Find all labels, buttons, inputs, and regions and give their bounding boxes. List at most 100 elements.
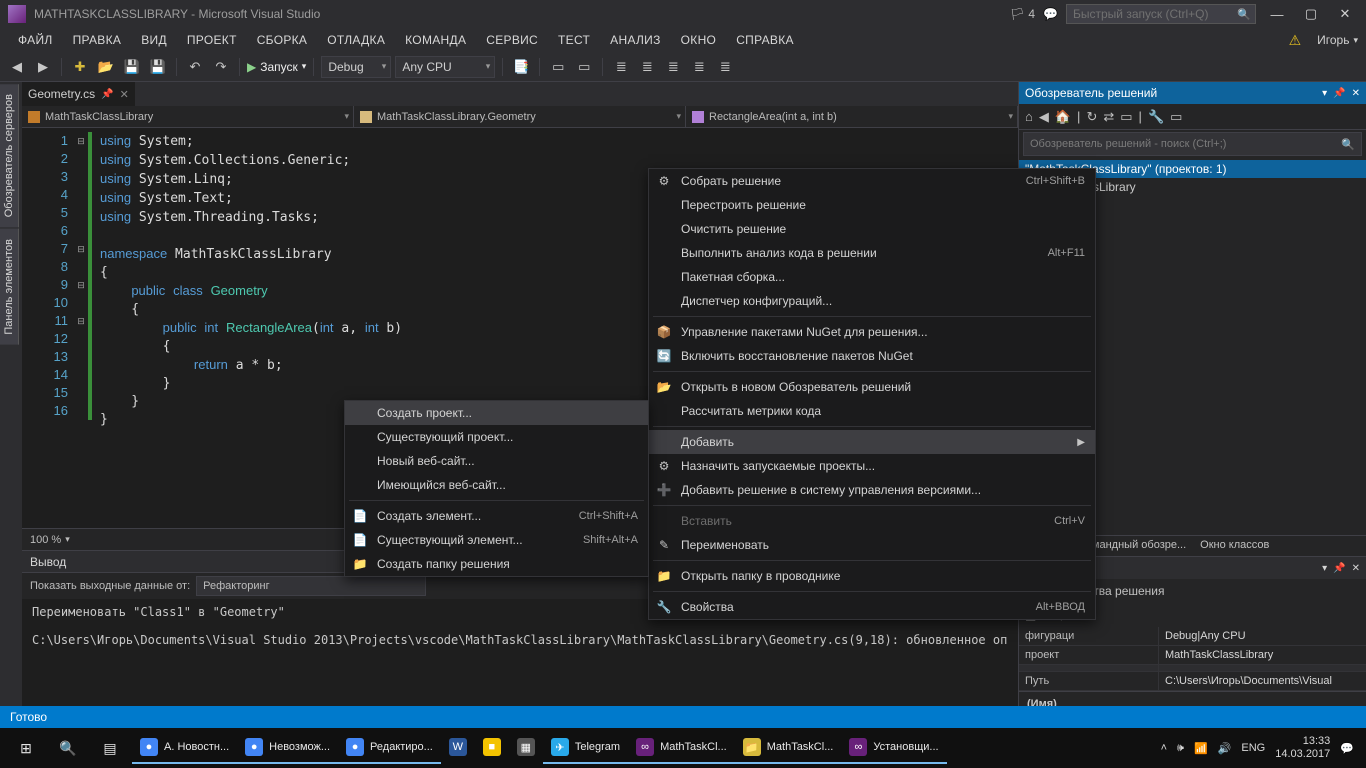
nav-back-icon[interactable]: ◀: [6, 56, 28, 78]
property-grid[interactable]: фигурациDebug|Any CPUпроектMathTaskClass…: [1019, 627, 1366, 691]
start-button[interactable]: ⊞: [6, 732, 46, 764]
wifi-icon[interactable]: 📶: [1194, 742, 1208, 755]
output-source-select[interactable]: Рефакторинг: [196, 576, 426, 596]
context-menu-item[interactable]: ✎Переименовать: [649, 533, 1095, 557]
nav-project[interactable]: MathTaskClassLibrary: [22, 106, 354, 127]
context-menu-item[interactable]: ➕Добавить решение в систему управления в…: [649, 478, 1095, 502]
minimize-button[interactable]: —: [1264, 4, 1290, 24]
panel-close-icon[interactable]: ✕: [1352, 563, 1360, 574]
search-button[interactable]: 🔍: [48, 732, 88, 764]
context-menu-item[interactable]: 📄Создать элемент...Ctrl+Shift+A: [345, 504, 648, 528]
menu-item[interactable]: Отладка: [317, 30, 395, 50]
context-menu-item[interactable]: 📁Открыть папку в проводнике: [649, 564, 1095, 588]
tool-icon[interactable]: ▭: [547, 56, 569, 78]
quick-launch-input[interactable]: Быстрый запуск (Ctrl+Q) 🔍: [1066, 4, 1256, 24]
context-menu-item[interactable]: Рассчитать метрики кода: [649, 399, 1095, 423]
taskbar-app[interactable]: ▦: [509, 732, 543, 764]
menu-item[interactable]: Справка: [726, 30, 804, 50]
tool-icon[interactable]: ≣: [662, 56, 684, 78]
context-menu-item[interactable]: Выполнить анализ кода в решенииAlt+F11: [649, 241, 1095, 265]
taskbar-app[interactable]: W: [441, 732, 475, 764]
context-menu-item[interactable]: Добавить▶: [649, 430, 1095, 454]
context-menu-item[interactable]: Новый веб-сайт...: [345, 449, 648, 473]
clock[interactable]: 13:3314.03.2017: [1275, 735, 1330, 761]
panel-menu-icon[interactable]: ▾: [1322, 563, 1327, 574]
maximize-button[interactable]: ▢: [1298, 4, 1324, 24]
notification-flag-icon[interactable]: 🏳 4: [1010, 7, 1035, 21]
pin-icon[interactable]: 📌: [101, 89, 113, 100]
home-icon[interactable]: ⌂: [1025, 109, 1033, 124]
taskbar-app[interactable]: ∞Установщи...: [841, 732, 946, 764]
network-icon[interactable]: 🕪: [1177, 742, 1184, 755]
redo-icon[interactable]: ↷: [210, 56, 232, 78]
tool-icon[interactable]: ≣: [714, 56, 736, 78]
tool-icon[interactable]: 🏠: [1055, 109, 1071, 125]
platform-combo[interactable]: Any CPU: [395, 56, 495, 78]
nav-class[interactable]: MathTaskClassLibrary.Geometry: [354, 106, 686, 127]
tool-icon[interactable]: ≣: [610, 56, 632, 78]
context-submenu-add[interactable]: Создать проект...Существующий проект...Н…: [344, 400, 649, 577]
close-button[interactable]: ✕: [1332, 4, 1358, 24]
start-debug-button[interactable]: ▶Запуск ▾: [247, 60, 306, 74]
toolbox-tab[interactable]: Панель элементов: [0, 229, 19, 345]
menu-item[interactable]: Вид: [131, 30, 177, 50]
context-menu-item[interactable]: Имеющийся веб-сайт...: [345, 473, 648, 497]
panel-menu-icon[interactable]: ▾: [1322, 88, 1327, 99]
tool-icon[interactable]: ≣: [636, 56, 658, 78]
nav-method[interactable]: RectangleArea(int a, int b): [686, 106, 1018, 127]
taskbar-app[interactable]: 📁MathTaskCl...: [735, 732, 842, 764]
nav-fwd-icon[interactable]: ▶: [32, 56, 54, 78]
taskbar-app[interactable]: ■: [475, 732, 509, 764]
context-menu-item[interactable]: 📁Создать папку решения: [345, 552, 648, 576]
context-menu-item[interactable]: ⚙Назначить запускаемые проекты...: [649, 454, 1095, 478]
context-menu-item[interactable]: 📄Существующий элемент...Shift+Alt+A: [345, 528, 648, 552]
menu-item[interactable]: Окно: [671, 30, 727, 50]
menu-item[interactable]: Тест: [548, 30, 600, 50]
tool-icon[interactable]: ≣: [688, 56, 710, 78]
config-combo[interactable]: Debug: [321, 56, 391, 78]
menu-item[interactable]: Команда: [395, 30, 476, 50]
context-menu-item[interactable]: 📂Открыть в новом Обозреватель решений: [649, 375, 1095, 399]
context-menu-item[interactable]: 📦Управление пакетами NuGet для решения..…: [649, 320, 1095, 344]
new-project-icon[interactable]: ✚: [69, 56, 91, 78]
warning-icon[interactable]: ⚠: [1289, 32, 1302, 49]
close-tab-icon[interactable]: ✕: [120, 88, 129, 101]
context-menu-item[interactable]: Создать проект...: [345, 401, 648, 425]
menu-item[interactable]: Правка: [63, 30, 132, 50]
undo-icon[interactable]: ↶: [184, 56, 206, 78]
tool-icon[interactable]: ▭: [573, 56, 595, 78]
solution-search-input[interactable]: Обозреватель решений - поиск (Ctrl+;)🔍: [1023, 132, 1362, 156]
tab-classview[interactable]: Окно классов: [1193, 536, 1276, 556]
context-menu-item[interactable]: Перестроить решение: [649, 193, 1095, 217]
system-tray[interactable]: ˄ 🕪 📶 🔊 ENG 13:3314.03.2017 💬: [1161, 735, 1360, 761]
taskbar-app[interactable]: ●Редактиро...: [338, 732, 441, 764]
server-explorer-tab[interactable]: Обозреватель серверов: [0, 84, 19, 227]
save-all-icon[interactable]: 💾: [147, 56, 169, 78]
save-icon[interactable]: 💾: [121, 56, 143, 78]
open-icon[interactable]: 📂: [95, 56, 117, 78]
taskbar-app[interactable]: ✈Telegram: [543, 732, 628, 764]
context-menu-item[interactable]: 🔧СвойстваAlt+ВВОД: [649, 595, 1095, 619]
refresh-icon[interactable]: ↻: [1086, 109, 1097, 125]
tool-icon[interactable]: ▭: [1120, 109, 1132, 125]
taskbar-app[interactable]: ●Невозмож...: [237, 732, 338, 764]
context-menu-item[interactable]: Очистить решение: [649, 217, 1095, 241]
tool-icon[interactable]: 📑: [510, 56, 532, 78]
tool-icon[interactable]: ▭: [1170, 109, 1182, 125]
taskbar-app[interactable]: ∞MathTaskCl...: [628, 732, 735, 764]
action-center-icon[interactable]: 💬: [1340, 742, 1354, 755]
lang-indicator[interactable]: ENG: [1241, 742, 1265, 754]
menu-item[interactable]: Файл: [8, 30, 63, 50]
tray-up-icon[interactable]: ˄: [1161, 742, 1167, 754]
context-menu-item[interactable]: ⚙Собрать решениеCtrl+Shift+B: [649, 169, 1095, 193]
task-view-button[interactable]: ▤: [90, 732, 130, 764]
context-menu-item[interactable]: Пакетная сборка...: [649, 265, 1095, 289]
menu-item[interactable]: Сервис: [476, 30, 548, 50]
context-menu-solution[interactable]: ⚙Собрать решениеCtrl+Shift+BПерестроить …: [648, 168, 1096, 620]
volume-icon[interactable]: 🔊: [1218, 742, 1232, 755]
properties-icon[interactable]: 🔧: [1148, 109, 1164, 125]
panel-pin-icon[interactable]: 📌: [1333, 563, 1345, 574]
context-menu-item[interactable]: Существующий проект...: [345, 425, 648, 449]
tool-icon[interactable]: ⇄: [1103, 109, 1114, 125]
panel-close-icon[interactable]: ✕: [1352, 88, 1360, 99]
